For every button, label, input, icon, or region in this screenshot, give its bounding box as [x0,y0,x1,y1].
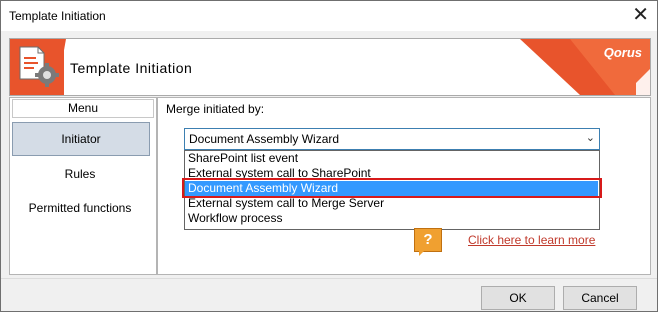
cancel-button[interactable]: Cancel [563,286,637,310]
highlight-annotation [182,178,602,198]
footer-divider [1,278,657,279]
template-gear-icon [19,46,59,87]
dialog-window: Template Initiation ✕ Template Initiatio… [0,0,658,312]
merge-initiator-select[interactable]: Document Assembly Wizard ⌄ [184,128,600,150]
option-workflow-process[interactable]: Workflow process [185,211,598,226]
header-title: Template Initiation [70,60,193,76]
sidebar-item-rules[interactable]: Rules [12,158,148,190]
select-value: Document Assembly Wizard [189,132,340,146]
window-title: Template Initiation [9,9,106,23]
header-banner: Template Initiation Qorus [9,38,651,96]
merge-initiated-label: Merge initiated by: [166,102,265,116]
ok-button[interactable]: OK [481,286,555,310]
initiator-panel: Merge initiated by: Document Assembly Wi… [157,97,651,275]
learn-more-link[interactable]: Click here to learn more [468,233,595,247]
close-icon[interactable]: ✕ [632,4,649,26]
sidebar-item-initiator[interactable]: Initiator [12,122,150,156]
qorus-logo: Qorus [603,45,642,60]
title-bar: Template Initiation ✕ [1,1,657,31]
menu-header: Menu [12,99,154,118]
menu-panel: Menu Initiator Rules Permitted functions [9,97,157,275]
option-sharepoint-list-event[interactable]: SharePoint list event [185,151,598,166]
help-icon-tail [419,249,426,256]
option-external-call-merge-server[interactable]: External system call to Merge Server [185,196,598,211]
chevron-down-icon: ⌄ [585,132,595,144]
sidebar-item-permitted-functions[interactable]: Permitted functions [12,192,148,224]
